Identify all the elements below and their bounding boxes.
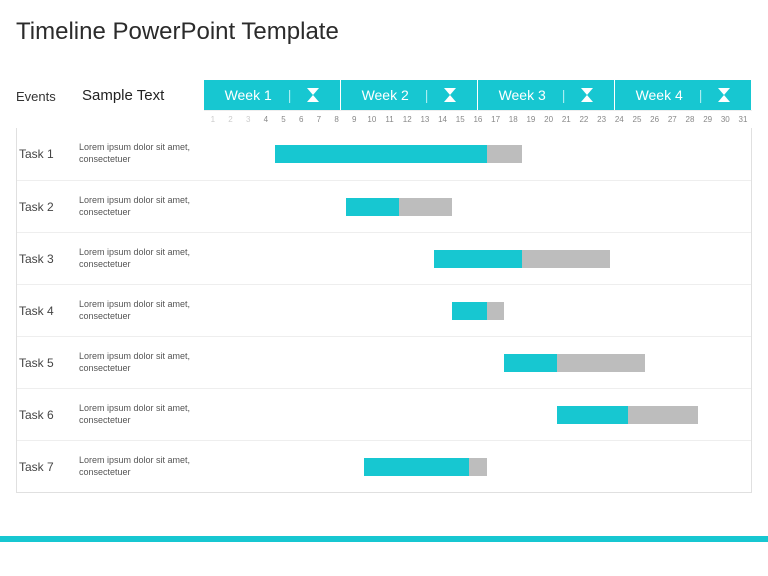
bar-track — [205, 128, 751, 180]
day-tick: 24 — [610, 111, 628, 128]
bar-track — [205, 181, 751, 232]
week-header-3: Week 3 | — [478, 80, 615, 110]
task-name: Task 5 — [17, 356, 79, 370]
gantt-body: Task 1Lorem ipsum dolor sit amet, consec… — [16, 128, 752, 493]
day-tick: 27 — [663, 111, 681, 128]
bar-completed — [452, 302, 487, 320]
table-row: Task 7Lorem ipsum dolor sit amet, consec… — [17, 440, 751, 492]
day-tick: 17 — [487, 111, 505, 128]
table-row: Task 5Lorem ipsum dolor sit amet, consec… — [17, 336, 751, 388]
day-tick: 23 — [593, 111, 611, 128]
hourglass-icon — [444, 88, 456, 102]
week-divider: | — [699, 87, 703, 103]
task-name: Task 7 — [17, 460, 79, 474]
table-row: Task 2Lorem ipsum dolor sit amet, consec… — [17, 180, 751, 232]
day-tick: 5 — [275, 111, 293, 128]
day-tick: 7 — [310, 111, 328, 128]
day-tick: 11 — [381, 111, 399, 128]
bar-completed — [364, 458, 470, 476]
week-label: Week 1 — [225, 87, 272, 103]
task-description: Lorem ipsum dolor sit amet, consectetuer — [79, 299, 205, 322]
bar-track — [205, 285, 751, 336]
bar-track — [205, 337, 751, 388]
day-tick: 21 — [557, 111, 575, 128]
days-axis: 1234567891011121314151617181920212223242… — [204, 110, 752, 128]
sample-text-header: Sample Text — [78, 87, 204, 110]
day-tick: 12 — [398, 111, 416, 128]
day-tick: 20 — [540, 111, 558, 128]
task-name: Task 2 — [17, 200, 79, 214]
slide-title: Timeline PowerPoint Template — [16, 18, 752, 46]
week-divider: | — [425, 87, 429, 103]
table-row: Task 3Lorem ipsum dolor sit amet, consec… — [17, 232, 751, 284]
bar-completed — [346, 198, 399, 216]
day-tick: 26 — [646, 111, 664, 128]
day-tick: 22 — [575, 111, 593, 128]
day-tick: 1 — [204, 111, 222, 128]
task-description: Lorem ipsum dolor sit amet, consectetuer — [79, 455, 205, 478]
bar-completed — [275, 145, 486, 163]
gantt-header: Events Sample Text Week 1 | Week 2 | Week 3 |… — [16, 80, 752, 110]
table-row: Task 4Lorem ipsum dolor sit amet, consec… — [17, 284, 751, 336]
task-description: Lorem ipsum dolor sit amet, consectetuer — [79, 247, 205, 270]
task-description: Lorem ipsum dolor sit amet, consectetuer — [79, 195, 205, 218]
day-tick: 18 — [504, 111, 522, 128]
slide: Timeline PowerPoint Template Events Samp… — [0, 0, 768, 576]
day-tick: 9 — [345, 111, 363, 128]
day-tick: 8 — [328, 111, 346, 128]
day-tick: 14 — [434, 111, 452, 128]
week-label: Week 2 — [362, 87, 409, 103]
day-tick: 15 — [451, 111, 469, 128]
day-tick: 28 — [681, 111, 699, 128]
week-label: Week 3 — [499, 87, 546, 103]
task-description: Lorem ipsum dolor sit amet, consectetuer — [79, 351, 205, 374]
table-row: Task 6Lorem ipsum dolor sit amet, consec… — [17, 388, 751, 440]
day-tick: 13 — [416, 111, 434, 128]
week-header-1: Week 1 | — [204, 80, 341, 110]
task-name: Task 1 — [17, 147, 79, 161]
task-description: Lorem ipsum dolor sit amet, consectetuer — [79, 142, 205, 165]
bar-completed — [557, 406, 627, 424]
task-name: Task 3 — [17, 252, 79, 266]
week-divider: | — [288, 87, 292, 103]
hourglass-icon — [581, 88, 593, 102]
day-tick: 6 — [292, 111, 310, 128]
task-name: Task 4 — [17, 304, 79, 318]
bar-track — [205, 233, 751, 284]
day-tick: 2 — [222, 111, 240, 128]
day-tick: 16 — [469, 111, 487, 128]
day-tick: 10 — [363, 111, 381, 128]
day-tick: 19 — [522, 111, 540, 128]
bar-track — [205, 389, 751, 440]
table-row: Task 1Lorem ipsum dolor sit amet, consec… — [17, 128, 751, 180]
bar-track — [205, 441, 751, 492]
weeks-header: Week 1 | Week 2 | Week 3 | Week 4 | — [204, 80, 752, 110]
week-divider: | — [562, 87, 566, 103]
task-description: Lorem ipsum dolor sit amet, consectetuer — [79, 403, 205, 426]
day-tick: 4 — [257, 111, 275, 128]
bar-completed — [504, 354, 557, 372]
left-header: Events Sample Text — [16, 80, 204, 110]
week-header-4: Week 4 | — [615, 80, 752, 110]
week-header-2: Week 2 | — [341, 80, 478, 110]
bar-completed — [434, 250, 522, 268]
day-tick: 3 — [239, 111, 257, 128]
task-name: Task 6 — [17, 408, 79, 422]
day-tick: 31 — [734, 111, 752, 128]
hourglass-icon — [718, 88, 730, 102]
day-tick: 30 — [716, 111, 734, 128]
day-tick: 25 — [628, 111, 646, 128]
hourglass-icon — [307, 88, 319, 102]
gantt-chart: Events Sample Text Week 1 | Week 2 | Week 3 |… — [16, 80, 752, 493]
week-label: Week 4 — [636, 87, 683, 103]
days-row: 1234567891011121314151617181920212223242… — [16, 110, 752, 128]
footer-accent-bar — [0, 536, 768, 542]
events-label: Events — [16, 89, 78, 110]
day-tick: 29 — [699, 111, 717, 128]
